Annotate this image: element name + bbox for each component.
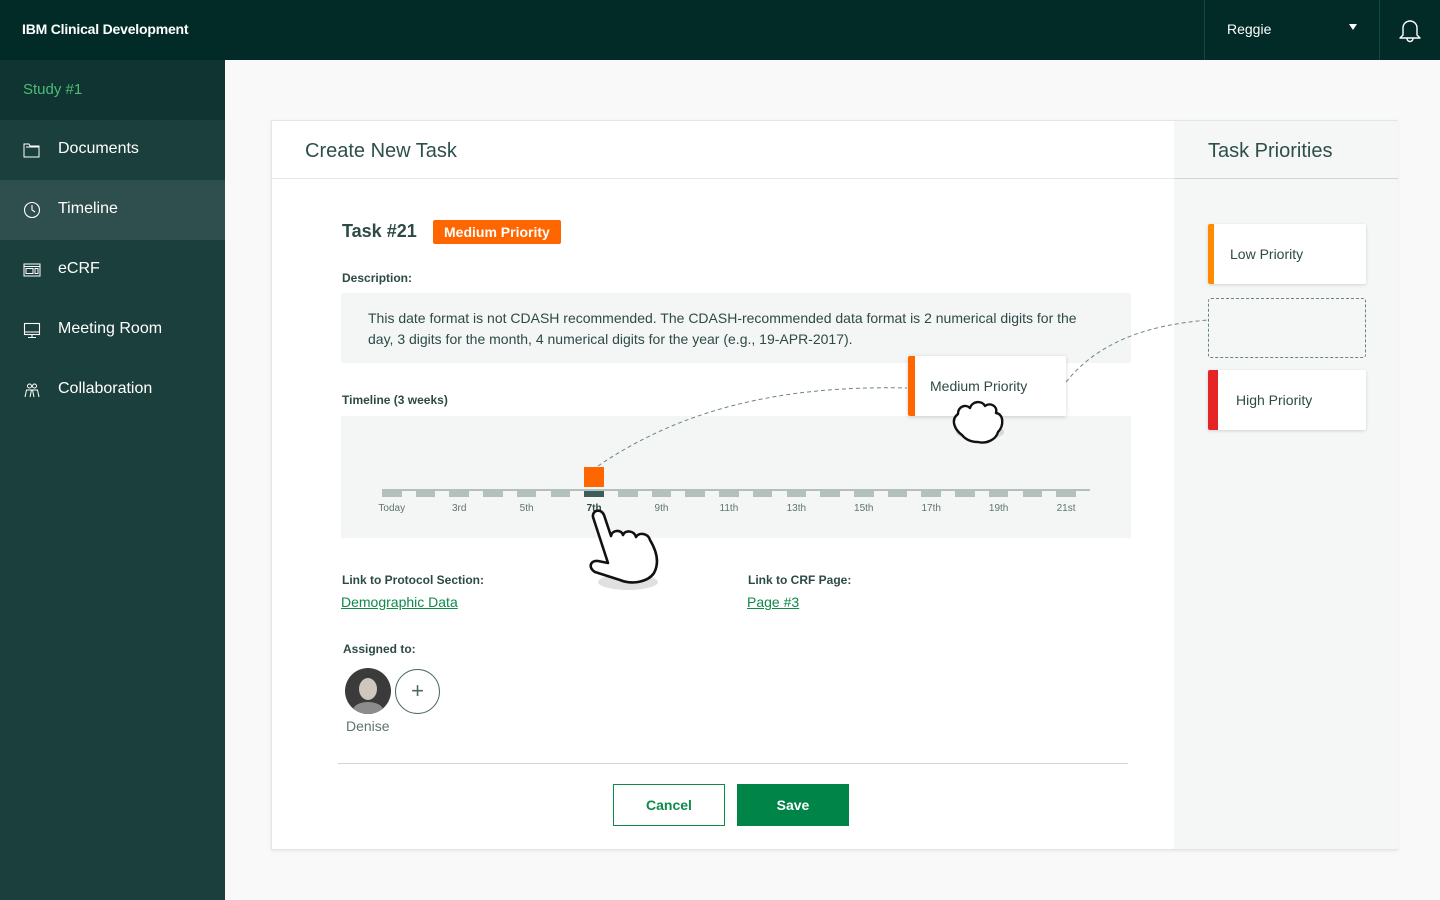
- protocol-section-link[interactable]: Demographic Data: [341, 594, 458, 610]
- sidebar: Study #1 Documents Timeline eCRF Meeting…: [0, 60, 225, 900]
- avatar-body: [353, 702, 383, 714]
- timeline-tick-label: 19th: [988, 503, 1009, 514]
- priority-label: Medium Priority: [930, 378, 1028, 394]
- cancel-button[interactable]: Cancel: [613, 784, 725, 826]
- timeline-tick-label: 21st: [1056, 503, 1076, 514]
- folder-icon: [23, 143, 40, 158]
- bell-icon[interactable]: [1396, 16, 1424, 44]
- top-bar: IBM Clinical Development Reggie: [0, 0, 1440, 60]
- crf-page-link[interactable]: Page #3: [747, 594, 799, 610]
- timeline-tick-label: Today: [378, 503, 406, 514]
- timeline-day-segment[interactable]: [584, 491, 604, 497]
- timeline-day-segment[interactable]: [854, 491, 874, 497]
- timeline-day-segment[interactable]: [550, 491, 571, 497]
- sidebar-item-collaboration[interactable]: Collaboration: [0, 360, 225, 420]
- timeline-tick-label: 17th: [921, 503, 941, 514]
- timeline-day-segment[interactable]: [516, 491, 537, 497]
- timeline-day-segment[interactable]: [921, 491, 941, 497]
- user-menu[interactable]: Reggie: [1204, 0, 1380, 60]
- assigned-to-label: Assigned to:: [343, 642, 416, 656]
- sidebar-item-meeting-room[interactable]: Meeting Room: [0, 300, 225, 360]
- description-text[interactable]: This date format is not CDASH recommende…: [341, 293, 1131, 363]
- timeline-day-segment[interactable]: [1056, 491, 1076, 497]
- app-title: IBM Clinical Development: [22, 21, 189, 37]
- timeline-day-segment[interactable]: [651, 491, 672, 497]
- create-task-card: Create New Task Task #21 Medium Priority…: [271, 120, 1398, 850]
- low-priority-card[interactable]: Low Priority: [1208, 224, 1366, 284]
- timeline-day-segment[interactable]: [820, 491, 840, 497]
- save-button[interactable]: Save: [737, 784, 849, 826]
- timeline-day-segment[interactable]: [618, 491, 638, 497]
- people-icon: [24, 383, 40, 398]
- protocol-section-label: Link to Protocol Section:: [342, 573, 485, 587]
- sidebar-item-ecrf[interactable]: eCRF: [0, 240, 225, 300]
- timeline-tick-label: 3rd: [451, 503, 467, 514]
- priority-badge: Medium Priority: [433, 220, 561, 244]
- timeline-day-segment[interactable]: [415, 491, 436, 497]
- timeline[interactable]: Today 3rd 5th 7th 9th 11th 13th 15th 17th 19th 21s…: [341, 416, 1131, 538]
- timeline-day-segment[interactable]: [685, 491, 705, 497]
- timeline-tick-label: 15th: [854, 503, 874, 514]
- sidebar-item-documents[interactable]: Documents: [0, 120, 225, 180]
- timeline-tick-label: 5th: [519, 503, 534, 514]
- card-header: Create New Task: [272, 121, 1174, 179]
- caret-down-icon: [1349, 24, 1357, 30]
- study-title[interactable]: Study #1: [0, 60, 225, 120]
- add-assignee-button[interactable]: +: [395, 669, 440, 714]
- sidebar-item-label: eCRF: [58, 260, 100, 277]
- priority-label: Low Priority: [1230, 246, 1304, 262]
- form-icon: [23, 263, 41, 277]
- timeline-day-segment[interactable]: [719, 491, 739, 497]
- sidebar-item-timeline[interactable]: Timeline: [0, 180, 225, 240]
- crf-page-label: Link to CRF Page:: [748, 573, 852, 587]
- sidebar-item-label: Timeline: [58, 200, 118, 217]
- timeline-day-segment[interactable]: [483, 491, 503, 497]
- task-priorities-header: Task Priorities: [1174, 121, 1398, 179]
- timeline-day-segment[interactable]: [382, 491, 402, 497]
- sidebar-item-label: Collaboration: [58, 380, 153, 397]
- divider: [338, 763, 1128, 764]
- timeline-tick-label: 7th: [586, 503, 602, 514]
- sidebar-item-label: Documents: [58, 140, 139, 157]
- priority-color-bar: [1208, 370, 1218, 430]
- timeline-day-segment[interactable]: [752, 491, 773, 497]
- timeline-task-marker[interactable]: [584, 467, 605, 487]
- priority-color-bar: [1208, 224, 1214, 284]
- high-priority-card[interactable]: High Priority: [1208, 370, 1366, 430]
- drop-slot[interactable]: [1208, 298, 1366, 358]
- avatar[interactable]: [345, 668, 391, 714]
- priority-label: High Priority: [1236, 392, 1313, 408]
- task-title: Task #21: [342, 221, 417, 241]
- sidebar-item-label: Meeting Room: [58, 320, 163, 337]
- assignee-name: Denise: [346, 718, 390, 734]
- monitor-icon: [23, 322, 41, 339]
- timeline-label: Timeline (3 weeks): [342, 393, 448, 407]
- user-name: Reggie: [1227, 21, 1272, 37]
- dragging-medium-priority-card[interactable]: Medium Priority: [908, 356, 1066, 416]
- timeline-day-segment[interactable]: [786, 491, 807, 497]
- task-priorities-title: Task Priorities: [1208, 140, 1333, 162]
- avatar-face: [359, 678, 377, 700]
- timeline-day-segment[interactable]: [955, 491, 975, 497]
- task-priorities-panel: Task Priorities Low Priority High Priori…: [1174, 121, 1398, 849]
- timeline-day-segment[interactable]: [449, 491, 469, 497]
- timeline-day-segment[interactable]: [988, 491, 1009, 497]
- description-label: Description:: [342, 271, 413, 285]
- timeline-day-segment[interactable]: [1022, 491, 1043, 497]
- timeline-day-segment[interactable]: [887, 491, 908, 497]
- clock-icon: [23, 201, 41, 219]
- timeline-tick-label: 13th: [786, 503, 807, 514]
- timeline-tick-label: 9th: [654, 503, 669, 514]
- page-title: Create New Task: [305, 140, 457, 162]
- priority-color-bar: [908, 356, 915, 416]
- timeline-tick-label: 11th: [719, 503, 739, 514]
